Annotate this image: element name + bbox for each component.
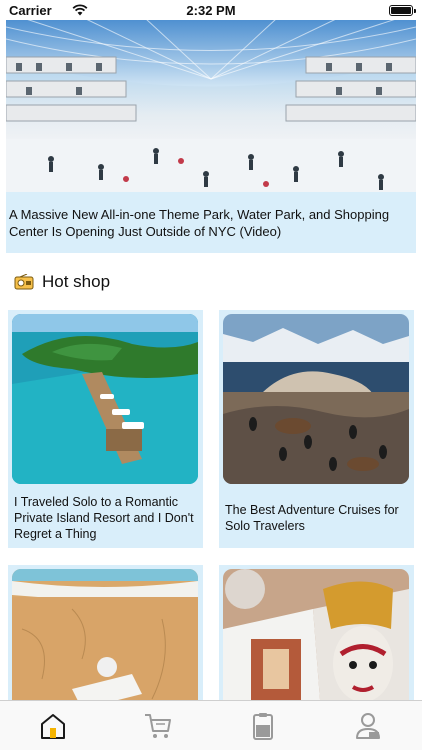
featured-article-card[interactable]: A Massive New All-in-one Theme Park, Wat… (6, 19, 416, 253)
article-image (12, 314, 198, 484)
tab-bar (0, 700, 422, 750)
status-time: 2:32 PM (186, 3, 236, 18)
article-card[interactable]: The Best Adventure Cruises for Solo Trav… (219, 310, 414, 548)
featured-article-title[interactable]: A Massive New All-in-one Theme Park, Wat… (9, 206, 414, 240)
article-card[interactable]: I Traveled Solo to a Romantic Private Is… (8, 310, 203, 548)
tab-cart[interactable] (143, 711, 173, 741)
radio-icon (14, 274, 34, 290)
tab-home[interactable] (38, 711, 68, 741)
cart-icon (145, 714, 171, 738)
clipboard-icon (253, 713, 273, 740)
section-header: Hot shop (14, 270, 314, 294)
home-icon (41, 714, 65, 739)
article-title[interactable]: I Traveled Solo to a Romantic Private Is… (14, 494, 198, 542)
status-bar: Carrier 2:32 PM (0, 0, 422, 20)
featured-article-image (6, 19, 416, 192)
section-title: Hot shop (42, 272, 111, 291)
battery-icon (389, 5, 416, 16)
tab-orders[interactable] (248, 711, 278, 741)
article-title[interactable]: The Best Adventure Cruises for Solo Trav… (225, 502, 409, 534)
user-icon (356, 713, 380, 739)
tab-profile[interactable] (353, 711, 383, 741)
article-image (223, 314, 409, 484)
